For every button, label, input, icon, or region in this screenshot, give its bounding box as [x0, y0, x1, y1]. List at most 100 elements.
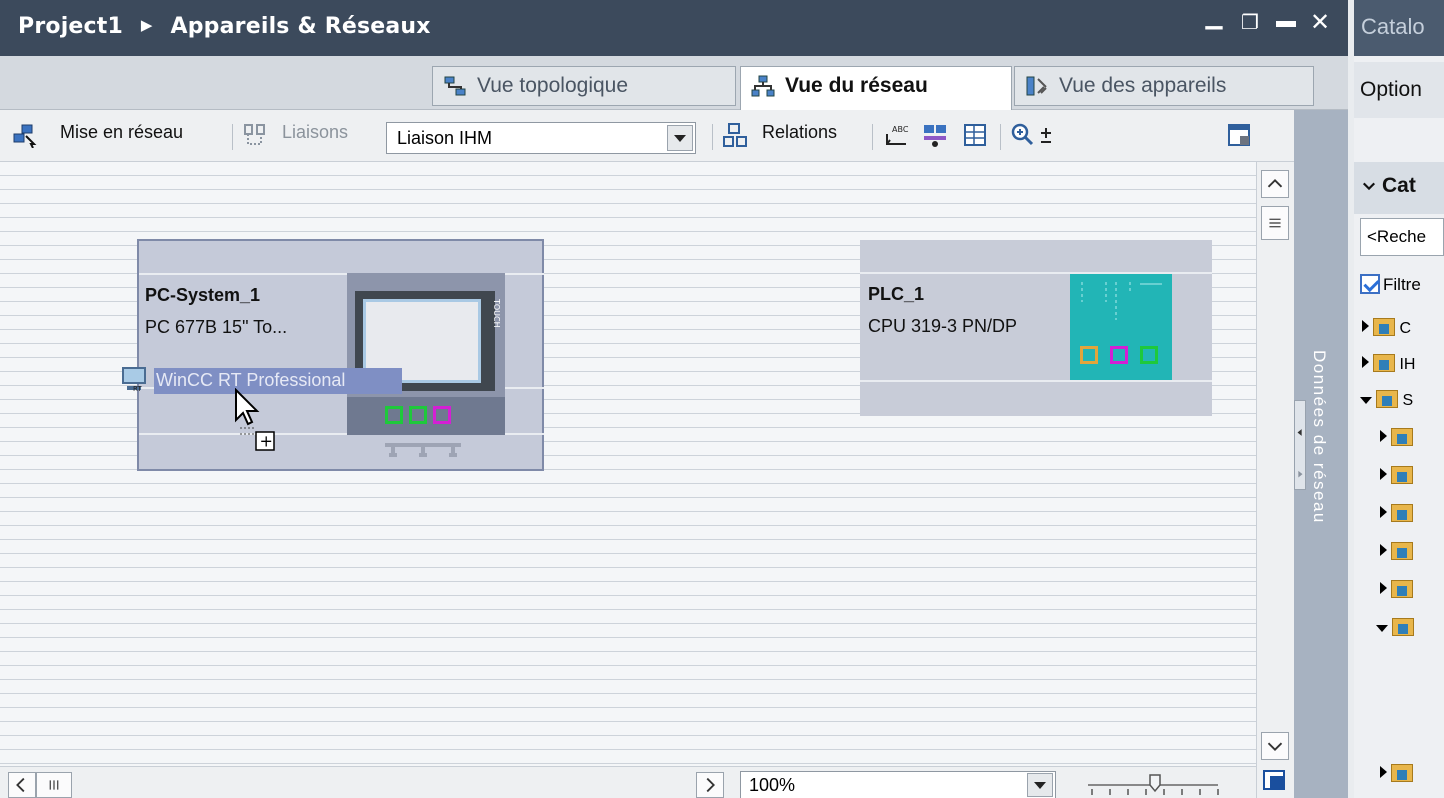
expand-arrow-icon[interactable]	[1380, 468, 1387, 480]
zoom-dropdown-icon[interactable]	[1036, 122, 1056, 148]
options-section-header[interactable]: Option	[1354, 62, 1444, 118]
zoom-level-value: 100%	[749, 775, 796, 795]
device-type: PC 677B 15" To...	[145, 317, 288, 337]
canvas-status-bar: 100%	[0, 766, 1256, 798]
scroll-up-button[interactable]	[1261, 170, 1289, 198]
catalog-section-label: Cat	[1382, 174, 1416, 197]
catalog-filter-checkbox[interactable]: Filtre	[1360, 274, 1444, 302]
relations-icon	[723, 123, 747, 147]
plc-module-detail	[1081, 282, 1162, 320]
tree-item[interactable]: IH	[1362, 354, 1444, 384]
scroll-right-button[interactable]	[696, 772, 724, 798]
editor-title: Project1 ▶ Appareils & Réseaux	[18, 14, 431, 39]
expand-arrow-icon[interactable]	[1380, 430, 1387, 442]
tree-item-label: C	[1399, 320, 1412, 337]
copy-plus-icon: +	[260, 432, 273, 451]
catalog-search-input[interactable]: <Reche	[1360, 218, 1444, 256]
collapse-arrow-icon[interactable]	[1360, 397, 1372, 404]
device-folder-icon	[1391, 466, 1413, 484]
table-view-icon[interactable]	[962, 122, 988, 148]
device-pc-system[interactable]: PC-System_1 PC 677B 15" To... TOUCH	[137, 239, 544, 471]
network-overview-icon[interactable]	[922, 122, 948, 148]
tree-item-label: S	[1402, 392, 1414, 409]
tree-subitem[interactable]	[1380, 542, 1444, 572]
catalog-section-header[interactable]: Cat	[1354, 162, 1444, 214]
port-profinet-icon[interactable]	[385, 406, 403, 424]
properties-panel-icon[interactable]	[1226, 122, 1252, 148]
tree-item[interactable]: S	[1360, 390, 1444, 420]
folder-icon	[1373, 318, 1395, 336]
side-panel-label: Données de réseau	[1310, 350, 1329, 524]
network-canvas[interactable]: PC-System_1 PC 677B 15" To... TOUCH PLC_…	[0, 162, 1256, 766]
show-addresses-icon[interactable]: ABC	[884, 122, 910, 148]
port-profibus-icon[interactable]	[433, 406, 451, 424]
expand-arrow-icon[interactable]	[1380, 544, 1387, 556]
tree-item[interactable]: C	[1362, 318, 1444, 348]
filter-label: Filtre	[1383, 275, 1421, 294]
zoom-level-select[interactable]: 100%	[740, 771, 1056, 798]
expand-arrow-icon[interactable]	[1362, 320, 1369, 332]
rack-connector-icon	[385, 443, 461, 457]
connections-button[interactable]: Liaisons	[282, 122, 348, 150]
device-name: PC-System_1	[145, 285, 261, 305]
toolbar-separator	[232, 124, 233, 150]
canvas-vertical-scrollbar[interactable]	[1256, 162, 1294, 798]
zoom-slider[interactable]	[1084, 771, 1224, 798]
tree-subitem[interactable]	[1380, 580, 1444, 610]
checkbox-checked-icon	[1360, 274, 1380, 294]
tree-subitem[interactable]	[1380, 504, 1444, 534]
section-name: Appareils & Réseaux	[170, 14, 431, 39]
chevron-up-icon	[1267, 178, 1283, 188]
collapse-arrow-icon[interactable]	[1376, 625, 1388, 632]
expand-arrow-icon[interactable]	[1380, 766, 1387, 778]
chevron-down-icon	[1267, 742, 1283, 752]
connection-type-select[interactable]: Liaison IHM	[386, 122, 696, 154]
catalog-panel: Option Cat <Reche Filtre C IH S	[1354, 56, 1444, 798]
expand-arrow-icon[interactable]	[1380, 506, 1387, 518]
toolbar-separator	[872, 124, 873, 150]
tab-devices-label: Vue des appareils	[1059, 74, 1227, 97]
tree-subitem[interactable]	[1380, 764, 1444, 794]
networking-button[interactable]: Mise en réseau	[60, 122, 183, 150]
tree-item-label: IH	[1399, 356, 1416, 373]
overview-navigation-icon[interactable]	[1261, 768, 1289, 794]
maximize-button[interactable]: ▬	[1272, 10, 1300, 40]
expand-arrow-icon[interactable]	[1380, 582, 1387, 594]
port-profinet-icon[interactable]	[1140, 346, 1158, 364]
restore-button[interactable]: ❐	[1236, 10, 1264, 40]
folder-icon	[1373, 354, 1395, 372]
panel-expand-handle[interactable]	[1294, 400, 1306, 490]
device-plc[interactable]: PLC_1 CPU 319-3 PN/DP	[860, 240, 1212, 416]
device-folder-icon	[1391, 428, 1413, 446]
grip-icon	[49, 780, 59, 790]
scroll-left-button[interactable]	[8, 772, 36, 798]
tab-topology-view[interactable]: Vue topologique	[432, 66, 736, 106]
tab-network-label: Vue du réseau	[785, 74, 928, 97]
tree-subitem[interactable]	[1376, 618, 1444, 648]
port-profinet-icon[interactable]	[409, 406, 427, 424]
chevron-left-icon	[1297, 429, 1303, 478]
close-button[interactable]: ✕	[1306, 8, 1334, 38]
chevron-down-icon[interactable]	[1027, 773, 1053, 797]
scroll-thumb[interactable]	[1261, 206, 1289, 240]
relations-button[interactable]: Relations	[762, 122, 837, 150]
scroll-down-button[interactable]	[1261, 732, 1289, 760]
network-data-side-panel[interactable]: Données de réseau	[1294, 110, 1348, 798]
wincc-runtime-icon: RT	[122, 367, 146, 392]
port-profibus-icon[interactable]	[1110, 346, 1128, 364]
connections-icon	[244, 124, 265, 145]
chevron-down-icon[interactable]	[667, 125, 693, 151]
device-folder-icon	[1391, 580, 1413, 598]
minimize-button[interactable]: ▁	[1200, 4, 1228, 34]
port-mpi-icon[interactable]	[1080, 346, 1098, 364]
catalog-panel-title: Catalo	[1354, 0, 1444, 56]
expand-arrow-icon[interactable]	[1362, 356, 1369, 368]
tab-network-view[interactable]: Vue du réseau	[740, 66, 1012, 110]
tia-portal-window: Project1 ▶ Appareils & Réseaux ▁ ❐ ▬ ✕ V…	[0, 0, 1444, 798]
tab-devices-view[interactable]: Vue des appareils	[1014, 66, 1314, 106]
zoom-icon[interactable]	[1010, 122, 1036, 148]
toolbar-separator	[712, 124, 713, 150]
tree-subitem[interactable]	[1380, 428, 1444, 458]
tree-subitem[interactable]	[1380, 466, 1444, 496]
horizontal-scroll-thumb[interactable]	[36, 772, 72, 798]
